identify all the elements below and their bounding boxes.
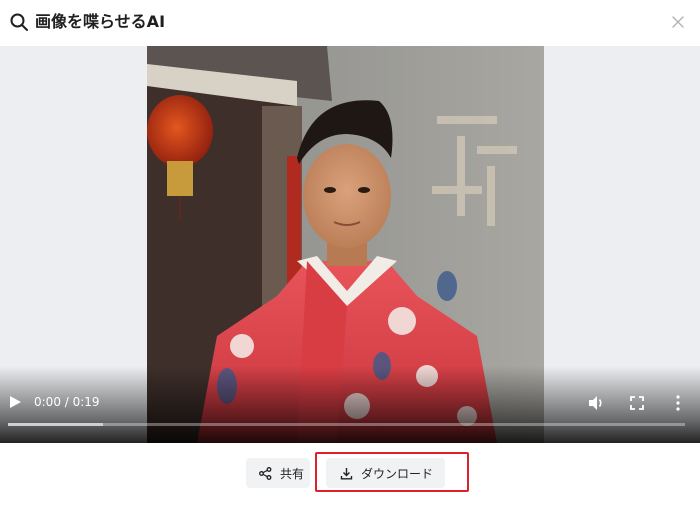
dialog-title: 画像を喋らせるAI	[35, 12, 166, 31]
download-button-label: ダウンロード	[361, 466, 434, 481]
play-icon[interactable]	[8, 395, 22, 409]
fullscreen-icon[interactable]	[629, 395, 645, 411]
download-icon	[340, 467, 353, 480]
share-button[interactable]: 共有	[246, 458, 310, 488]
download-button[interactable]: ダウンロード	[326, 458, 445, 488]
time-display: 0:00 / 0:19	[34, 395, 100, 409]
dialog-header: 画像を喋らせるAI	[0, 0, 700, 46]
more-vertical-icon[interactable]	[672, 394, 684, 412]
volume-icon[interactable]	[587, 394, 605, 412]
dialog-footer: 共有 ダウンロード	[0, 443, 700, 514]
progress-buffered	[8, 423, 103, 426]
close-icon[interactable]	[669, 13, 687, 31]
progress-bar[interactable]	[8, 423, 685, 426]
share-icon	[259, 466, 272, 480]
search-icon	[10, 13, 28, 31]
video-player[interactable]: 0:00 / 0:19	[0, 46, 700, 443]
share-button-label: 共有	[280, 466, 305, 481]
